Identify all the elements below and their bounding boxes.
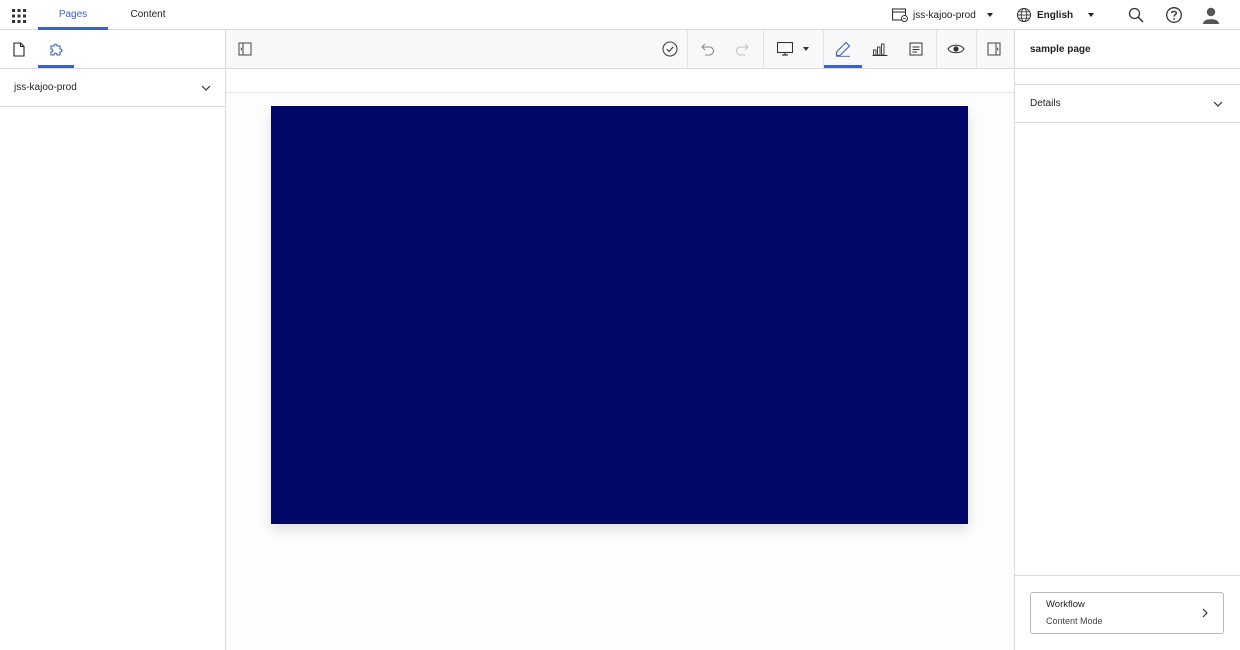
tab-content[interactable]: Content [113,0,183,29]
edit-mode-button[interactable] [824,30,862,68]
undo-button[interactable] [692,30,722,68]
tab-pages[interactable]: Pages [38,0,108,30]
workflow-subtitle: Content Mode [1046,616,1103,626]
undo-icon [701,43,715,56]
site-tree-dropdown[interactable]: jss-kajoo-prod [0,69,225,107]
chevron-right-icon [1202,608,1208,618]
right-panel-spacer [1015,69,1240,85]
puzzle-icon [49,43,62,56]
page-details-button[interactable] [898,30,934,68]
chevron-down-icon [201,85,211,91]
details-label: Details [1030,98,1061,109]
toolbar-divider [936,30,937,68]
toolbar-divider [976,30,977,68]
canvas-ruler [226,69,1014,93]
redo-button[interactable] [728,30,758,68]
editor-toolbar [226,30,1014,69]
workflow-section: Workflow Content Mode [1015,575,1240,650]
tab-pages-tree[interactable] [1,30,37,68]
page-icon [13,41,25,57]
redo-icon [735,43,749,56]
chevron-down-icon [803,47,809,51]
globe-icon [1017,8,1031,22]
site-tree-label: jss-kajoo-prod [14,82,77,93]
apps-grid-icon[interactable] [11,8,27,24]
tab-content-label: Content [130,9,166,20]
language-selector-label: English [1037,9,1074,21]
right-panel: sample page Details Workflow Content Mod… [1014,30,1240,650]
site-selector[interactable]: jss-kajoo-prod [892,6,993,24]
toolbar-divider [763,30,764,68]
collapse-right-panel-button[interactable] [983,30,1005,68]
chevron-down-icon [1088,13,1095,17]
preview-eye-icon [947,44,965,54]
workflow-button[interactable]: Workflow Content Mode [1030,592,1224,634]
left-panel-tabs [0,30,225,69]
chevron-down-icon [1213,101,1223,107]
site-selector-label: jss-kajoo-prod [913,9,976,21]
device-selector[interactable] [768,30,818,68]
page-preview-frame[interactable] [271,106,968,524]
details-accordion[interactable]: Details [1015,85,1240,123]
chevron-down-icon [986,13,993,17]
workflow-title: Workflow [1046,599,1085,610]
tab-pages-label: Pages [58,9,88,20]
edit-pencil-icon [835,41,851,57]
site-icon [892,8,908,22]
collapse-left-panel-button[interactable] [234,30,256,68]
approve-button[interactable] [654,30,686,68]
page-title-label: sample page [1030,43,1091,55]
toolbar-divider [687,30,688,68]
search-icon[interactable] [1127,6,1145,24]
page-details-icon [909,42,923,56]
page-canvas [226,69,1014,650]
left-panel: jss-kajoo-prod [0,30,226,650]
preview-button[interactable] [940,30,972,68]
approve-check-icon [662,41,678,57]
collapse-right-panel-icon [987,42,1001,56]
analytics-icon [872,43,888,56]
tab-components[interactable] [38,30,74,68]
top-bar: Pages Content jss-kajoo-prod English [0,0,1240,30]
user-avatar-icon[interactable] [1202,6,1220,24]
page-title: sample page [1015,30,1240,69]
language-selector[interactable]: English [1016,6,1095,24]
collapse-left-panel-icon [238,42,252,56]
device-desktop-icon [777,42,793,56]
help-icon[interactable] [1165,6,1183,24]
analytics-button[interactable] [862,30,898,68]
